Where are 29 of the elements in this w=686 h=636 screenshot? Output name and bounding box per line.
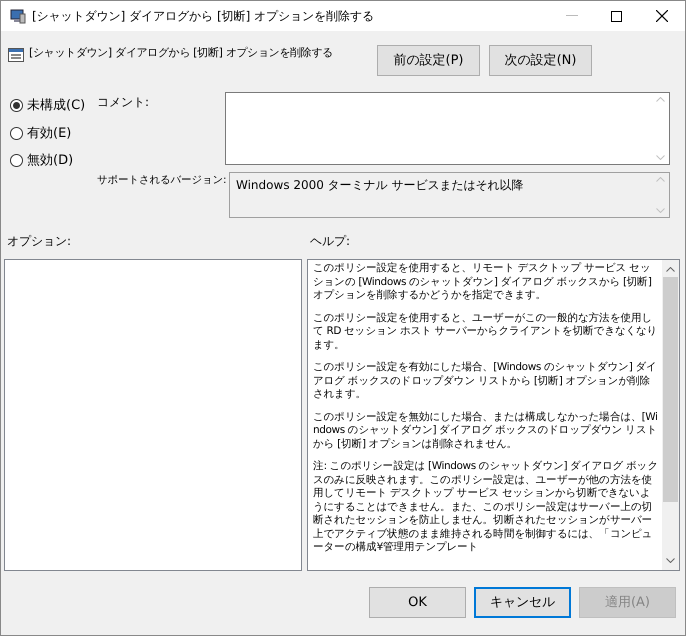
- options-label: オプション:: [6, 233, 72, 250]
- radio-label[interactable]: 無効(D): [27, 151, 74, 170]
- dialog-button[interactable]: OK: [369, 587, 466, 618]
- scroll-up-icon[interactable]: [666, 267, 675, 272]
- window-title: [シャットダウン] ダイアログから [切断] オプションを削除する: [32, 8, 374, 25]
- maximize-icon[interactable]: [611, 10, 622, 22]
- help-paragraph: このポリシー設定を使用すると、ユーザーがこの一般的な方法を使用して RD セッション ホスト サーバーからクライアントを切断できなくなります。: [313, 312, 658, 352]
- help-paragraph: このポリシー設定を無効にした場合、または構成しなかった場合は、[Windows のシャットダウン] ダイアログ ボックスのドロップダウン リストから [切断] オプションは削除されません。: [313, 410, 659, 451]
- supported-value: Windows 2000 ターミナル サービスまたはそれ以降: [235, 177, 525, 194]
- radio-label[interactable]: 有効(E): [27, 124, 72, 143]
- radio-label[interactable]: 未構成(C): [27, 96, 86, 116]
- help-paragraph: このポリシー設定を有効にした場合、[Windows のシャットダウン] ダイアログ ボックスのドロップダウン リストから [切断] オプションが削除されます。: [313, 361, 658, 402]
- policy-icon: [8, 47, 24, 63]
- dialog-button[interactable]: キャンセル: [474, 587, 571, 618]
- help-paragraph: 注: このポリシー設定は [Windows のシャットダウン] ダイアログ ボックスのみに反映されます。このポリシー設定は、ユーザーが他の方法を使用してリモート デスクトップ サービス セッションから切断できないようにすることはできません。また、このポリシー設定はサーバー上の切断されたセッションを防止しません。切断されたセッションがサーバー上でアクティブ状態のまま維持される時間を制御するには、「コンピューターの構成¥管理用テンプレート: [313, 460, 659, 554]
- help-label: ヘルプ:: [309, 233, 350, 250]
- policy-title: [シャットダウン] ダイアログから [切断] オプションを削除する: [29, 45, 333, 61]
- radio-button[interactable]: [10, 99, 23, 112]
- computer-icon: [10, 8, 26, 24]
- scroll-down-icon[interactable]: [666, 558, 675, 563]
- nav-button[interactable]: 次の設定(N): [489, 45, 592, 76]
- scrollbar-thumb[interactable]: [663, 277, 678, 502]
- radio-button[interactable]: [10, 126, 23, 140]
- close-icon[interactable]: [656, 10, 668, 22]
- radio-button[interactable]: [10, 154, 23, 168]
- help-paragraph: このポリシー設定を使用すると、リモート デスクトップ サービス セッションの [Windows のシャットダウン] ダイアログ ボックスから [切断] オプションを削除するかどうかを指定できます。: [313, 262, 653, 302]
- comment-label: コメント:: [97, 94, 150, 111]
- supported-label: サポートされるバージョン:: [97, 173, 228, 188]
- nav-button[interactable]: 前の設定(P): [377, 45, 480, 76]
